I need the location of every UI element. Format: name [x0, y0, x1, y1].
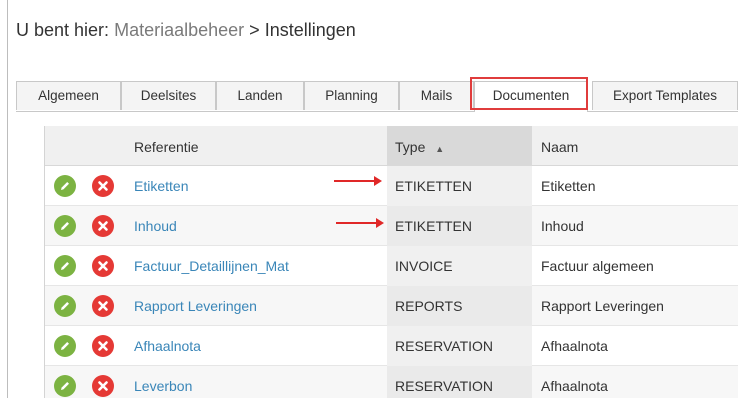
edit-button[interactable]: [54, 295, 76, 317]
sort-ascending-icon: ▲: [435, 144, 445, 154]
delete-button[interactable]: [92, 175, 114, 197]
table-row: Rapport Leveringen REPORTS Rapport Leverin…: [45, 286, 738, 326]
delete-button[interactable]: [92, 295, 114, 317]
tab-mails[interactable]: Mails: [399, 81, 474, 110]
table-row: Factuur_Detaillijnen_Mat INVOICE Factuur a…: [45, 246, 738, 286]
naam-cell: Etiketten: [541, 178, 596, 194]
type-cell: ETIKETTEN: [395, 218, 473, 234]
pencil-icon: [61, 382, 69, 390]
edit-button[interactable]: [54, 375, 76, 397]
referentie-link[interactable]: Rapport Leveringen: [134, 298, 257, 314]
documents-table: Referentie Type ▲ Naam Etiketten ETIKETTE…: [44, 126, 738, 398]
pencil-icon: [61, 342, 69, 350]
table-row: Etiketten ETIKETTEN Etiketten: [45, 166, 738, 206]
pencil-icon: [61, 302, 69, 310]
tab-deelsites[interactable]: Deelsites: [121, 81, 216, 110]
close-icon: [98, 181, 108, 191]
pencil-icon: [61, 222, 69, 230]
close-icon: [98, 221, 108, 231]
close-icon: [98, 381, 108, 391]
delete-button[interactable]: [92, 215, 114, 237]
type-cell: ETIKETTEN: [395, 178, 473, 194]
breadcrumb-link-materiaalbeheer[interactable]: Materiaalbeheer: [114, 20, 244, 40]
annotation-arrow: [334, 176, 382, 186]
type-cell: REPORTS: [395, 298, 463, 314]
tab-landen[interactable]: Landen: [216, 81, 304, 110]
referentie-link[interactable]: Inhoud: [134, 218, 177, 234]
edit-button[interactable]: [54, 215, 76, 237]
naam-cell: Afhaalnota: [541, 378, 608, 394]
pencil-icon: [61, 262, 69, 270]
delete-button[interactable]: [92, 255, 114, 277]
naam-cell: Factuur algemeen: [541, 258, 654, 274]
header-type-label: Type: [395, 139, 426, 155]
tab-planning[interactable]: Planning: [304, 81, 399, 110]
edit-button[interactable]: [54, 335, 76, 357]
close-icon: [98, 301, 108, 311]
type-cell: RESERVATION: [395, 338, 494, 354]
delete-button[interactable]: [92, 335, 114, 357]
tab-bar: Algemeen Deelsites Landen Planning Mails…: [16, 81, 738, 112]
header-type[interactable]: Type ▲: [395, 139, 444, 155]
edit-button[interactable]: [54, 255, 76, 277]
naam-cell: Afhaalnota: [541, 338, 608, 354]
referentie-link[interactable]: Factuur_Detaillijnen_Mat: [134, 258, 289, 274]
naam-cell: Rapport Leveringen: [541, 298, 664, 314]
frame-border: [7, 0, 8, 398]
table-row: Inhoud ETIKETTEN Inhoud: [45, 206, 738, 246]
table-row: Leverbon RESERVATION Afhaalnota: [45, 366, 738, 398]
referentie-link[interactable]: Etiketten: [134, 178, 188, 194]
table-header: Referentie Type ▲ Naam: [45, 126, 738, 166]
type-cell: INVOICE: [395, 258, 453, 274]
header-naam[interactable]: Naam: [541, 139, 578, 155]
breadcrumb: U bent hier: Materiaalbeheer > Instellin…: [16, 20, 356, 41]
naam-cell: Inhoud: [541, 218, 584, 234]
header-referentie[interactable]: Referentie: [134, 139, 199, 155]
table-row: Afhaalnota RESERVATION Afhaalnota: [45, 326, 738, 366]
pencil-icon: [61, 182, 69, 190]
tab-export-templates[interactable]: Export Templates: [592, 81, 738, 110]
tab-algemeen[interactable]: Algemeen: [16, 81, 121, 110]
active-tab-highlight: [470, 77, 588, 110]
delete-button[interactable]: [92, 375, 114, 397]
close-icon: [98, 261, 108, 271]
breadcrumb-separator: >: [249, 20, 260, 40]
annotation-arrow: [336, 218, 384, 228]
breadcrumb-current: Instellingen: [264, 20, 356, 40]
breadcrumb-prefix: U bent hier:: [16, 20, 110, 40]
edit-button[interactable]: [54, 175, 76, 197]
referentie-link[interactable]: Leverbon: [134, 378, 192, 394]
type-cell: RESERVATION: [395, 378, 494, 394]
referentie-link[interactable]: Afhaalnota: [134, 338, 201, 354]
close-icon: [98, 341, 108, 351]
